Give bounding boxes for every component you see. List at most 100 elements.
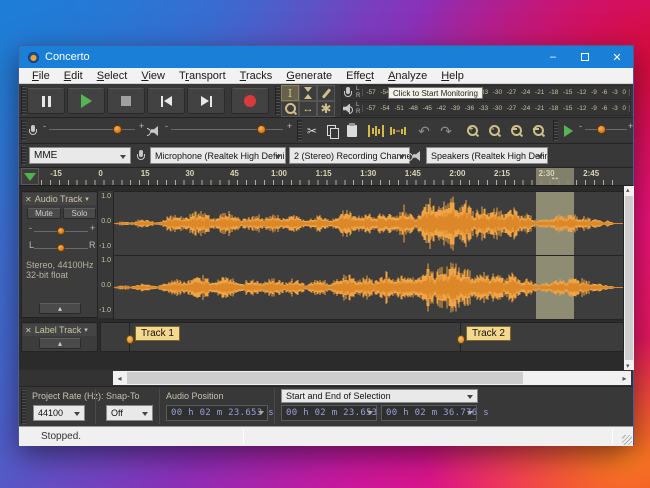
- menu-item[interactable]: Transport: [172, 70, 233, 82]
- multi-tool-button[interactable]: ✱: [317, 101, 335, 117]
- label-track-name[interactable]: Label Track: [35, 325, 82, 335]
- menu-item[interactable]: Select: [90, 70, 135, 82]
- play-at-speed-grabber[interactable]: [553, 120, 558, 141]
- menu-item[interactable]: Analyze: [381, 70, 434, 82]
- resize-grip[interactable]: [622, 435, 632, 445]
- selection-tool-button[interactable]: I: [281, 85, 299, 101]
- edit-toolbar-grabber[interactable]: [297, 120, 302, 141]
- mute-button[interactable]: Mute: [27, 208, 61, 219]
- zoom-in-button[interactable]: +: [463, 123, 481, 139]
- speaker-icon: [343, 104, 353, 114]
- recording-device-dropdown[interactable]: Microphone (Realtek High Defini: [150, 147, 286, 164]
- scroll-up-icon[interactable]: ▴: [626, 186, 630, 194]
- pinned-play-head-button[interactable]: [21, 168, 39, 185]
- maximize-button[interactable]: [569, 46, 601, 68]
- menu-item[interactable]: Help: [434, 70, 471, 82]
- vertical-ruler[interactable]: 1.0 0.0 -1.0 1.0 0.0 -1.0: [98, 191, 113, 318]
- label-marker-icon[interactable]: [126, 335, 134, 344]
- playback-volume-knob[interactable]: [257, 125, 266, 134]
- close-track-icon[interactable]: ✕: [25, 326, 32, 335]
- track-name[interactable]: Audio Track: [35, 194, 83, 204]
- play-speed-slider[interactable]: [585, 123, 627, 137]
- project-rate-dropdown[interactable]: 44100: [33, 405, 85, 421]
- monitoring-tooltip[interactable]: Click to Start Monitoring: [388, 87, 483, 99]
- timeline-ruler[interactable]: ↔ -1501530451:001:151:301:452:002:152:30…: [19, 168, 633, 186]
- fit-project-button[interactable]: [529, 123, 547, 139]
- silence-audio-button[interactable]: [389, 123, 407, 139]
- playback-volume-slider[interactable]: [171, 123, 283, 137]
- collapse-track-button[interactable]: ▴: [39, 303, 81, 314]
- timeshift-tool-button[interactable]: ↔: [299, 101, 317, 117]
- trim-audio-button[interactable]: [367, 123, 385, 139]
- pause-button[interactable]: [27, 88, 65, 114]
- record-button[interactable]: [231, 88, 269, 114]
- menu-item[interactable]: Tracks: [233, 70, 280, 82]
- zoom-tool-button[interactable]: [281, 101, 299, 117]
- transport-toolbar-grabber[interactable]: [21, 86, 26, 115]
- envelope-tool-button[interactable]: [299, 85, 317, 101]
- menu-item[interactable]: Generate: [279, 70, 339, 82]
- hscroll-thumb[interactable]: [127, 372, 523, 384]
- playback-device-dropdown[interactable]: Speakers (Realtek High Definiti: [426, 147, 548, 164]
- skip-to-start-button[interactable]: [147, 88, 185, 114]
- audio-position-field[interactable]: 00 h 02 m 23.653 s: [166, 405, 268, 421]
- paste-button[interactable]: [343, 123, 361, 139]
- close-track-icon[interactable]: ✕: [25, 195, 32, 204]
- pan-slider[interactable]: [34, 242, 88, 256]
- label-flag[interactable]: Track 2: [466, 326, 511, 341]
- skip-to-end-button[interactable]: [187, 88, 225, 114]
- selection-range-mode-dropdown[interactable]: Start and End of Selection: [281, 389, 478, 403]
- device-toolbar-grabber[interactable]: [21, 146, 26, 165]
- zoom-out-button[interactable]: -: [485, 123, 503, 139]
- gain-slider[interactable]: [34, 225, 88, 239]
- record-volume-slider[interactable]: [49, 123, 135, 137]
- draw-tool-button[interactable]: [317, 85, 335, 101]
- label-marker-icon[interactable]: [457, 335, 465, 344]
- gain-knob[interactable]: [57, 227, 65, 235]
- tools-toolbar-grabber[interactable]: [275, 86, 280, 115]
- selection-toolbar-grabber[interactable]: [21, 389, 26, 424]
- copy-button[interactable]: [323, 123, 341, 139]
- playback-meter[interactable]: LR -57-54-51-48-45-42-39-36-33-30-27-24-…: [341, 101, 631, 116]
- label-flag[interactable]: Track 1: [135, 326, 180, 341]
- snap-to-dropdown[interactable]: Off: [106, 405, 153, 421]
- scroll-left-button[interactable]: ◂: [113, 371, 126, 385]
- solo-button[interactable]: Solo: [63, 208, 96, 219]
- menu-item[interactable]: Edit: [57, 70, 90, 82]
- collapse-track-button[interactable]: ▴: [39, 338, 81, 349]
- scroll-down-icon[interactable]: ▾: [626, 362, 630, 370]
- label-track-content[interactable]: Track 1 Track 2: [100, 322, 624, 352]
- close-button[interactable]: ✕: [601, 46, 633, 68]
- selection-end-field[interactable]: 00 h 02 m 36.776 s: [381, 405, 477, 421]
- recording-meter[interactable]: LR -57-54-51-48-45-42-39-36-33-30-27-24-…: [341, 85, 631, 100]
- minimize-button[interactable]: –: [537, 46, 569, 68]
- recording-channels-dropdown[interactable]: 2 (Stereo) Recording Channels: [289, 147, 410, 164]
- track-menu-dropdown-icon[interactable]: ▾: [85, 195, 89, 203]
- menu-item[interactable]: File: [25, 70, 57, 82]
- cut-button[interactable]: ✂: [303, 123, 321, 139]
- waveform-channel-left[interactable]: [113, 191, 624, 256]
- vertical-scrollbar[interactable]: ▴ ▾: [624, 186, 634, 370]
- track-menu-dropdown-icon[interactable]: ▾: [84, 326, 88, 334]
- record-volume-knob[interactable]: [113, 125, 122, 134]
- waveform-channel-right[interactable]: [113, 255, 624, 320]
- fit-selection-button[interactable]: [507, 123, 525, 139]
- play-speed-knob[interactable]: [597, 125, 606, 134]
- menu-item-text: elect: [104, 70, 127, 82]
- horizontal-scrollbar[interactable]: ◂ ▸: [113, 371, 631, 385]
- undo-button[interactable]: ↶: [415, 123, 433, 139]
- menu-item[interactable]: View: [134, 70, 172, 82]
- redo-button[interactable]: ↷: [437, 123, 455, 139]
- play-button[interactable]: [67, 88, 105, 114]
- meter-db-label: 0: [622, 105, 626, 112]
- mixer-toolbar-grabber[interactable]: [21, 120, 26, 141]
- scroll-right-button[interactable]: ▸: [618, 371, 631, 385]
- pan-knob[interactable]: [57, 244, 65, 252]
- audio-host-dropdown[interactable]: MME: [29, 147, 131, 164]
- menu-item[interactable]: Effect: [339, 70, 381, 82]
- play-at-speed-button[interactable]: [559, 123, 577, 139]
- titlebar[interactable]: Concerto – ✕: [19, 46, 633, 68]
- selection-start-field[interactable]: 00 h 02 m 23.653 s: [281, 405, 377, 421]
- stop-button[interactable]: [107, 88, 145, 114]
- vscroll-thumb[interactable]: [625, 196, 633, 360]
